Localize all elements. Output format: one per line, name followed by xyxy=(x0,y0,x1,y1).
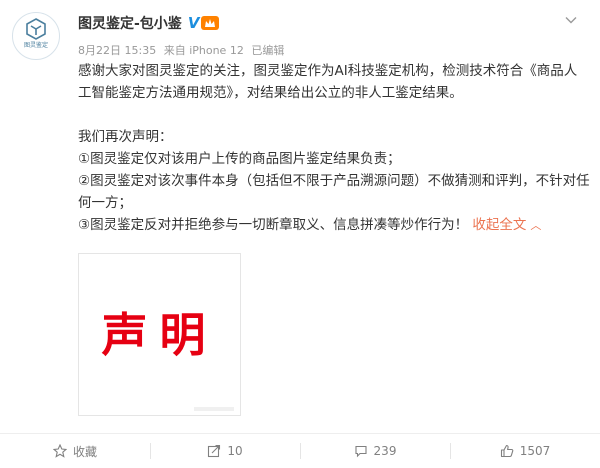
post-paragraph: 感谢大家对图灵鉴定的关注，图灵鉴定作为AI科技鉴定机构，检测技术符合《商品人工智… xyxy=(78,63,578,101)
favorite-button[interactable]: 收藏 xyxy=(0,434,150,468)
post-source: 来自 iPhone 12 xyxy=(163,44,244,57)
post-date[interactable]: 8月22日 15:35 xyxy=(78,44,156,57)
author-row: 图灵鉴定-包小鉴 V xyxy=(78,13,220,33)
verified-v-icon: V xyxy=(187,14,200,32)
comment-button[interactable]: 239 xyxy=(300,434,450,468)
comment-count: 239 xyxy=(373,444,397,458)
image-watermark xyxy=(194,407,234,411)
post-image[interactable]: 声明 xyxy=(78,253,241,416)
like-button[interactable]: 1507 xyxy=(450,434,600,468)
post-paragraph: ①图灵鉴定仅对该用户上传的商品图片鉴定结果负责； xyxy=(78,151,401,167)
comment-icon xyxy=(354,445,367,458)
turing-logo-icon xyxy=(26,18,46,40)
repost-button[interactable]: 10 xyxy=(150,434,300,468)
statement-image-text: 声明 xyxy=(101,308,218,362)
post-content: 感谢大家对图灵鉴定的关注，图灵鉴定作为AI科技鉴定机构，检测技术符合《商品人工智… xyxy=(78,60,590,237)
post-paragraph: ③图灵鉴定反对并拒绝参与一切断章取义、信息拼凑等炒作行为！ xyxy=(78,217,469,233)
post-meta: 8月22日 15:35 来自 iPhone 12 已编辑 xyxy=(78,42,288,58)
avatar-label: 图灵鉴定 xyxy=(23,42,48,49)
chevron-up-icon[interactable]: ︿ xyxy=(530,219,541,232)
repost-icon xyxy=(208,444,221,458)
post-paragraph: ②图灵鉴定对该次事件本身（包括但不限于产品溯源问题）不做猜测和评判，不针对任何一… xyxy=(78,173,590,211)
collapse-link[interactable]: 收起全文 xyxy=(472,217,526,233)
avatar[interactable]: 图灵鉴定 xyxy=(12,12,60,60)
chevron-down-icon[interactable] xyxy=(564,12,578,26)
crown-icon xyxy=(205,19,216,27)
action-bar: 收藏 10 239 1507 xyxy=(0,433,600,468)
edited-label[interactable]: 已编辑 xyxy=(251,44,284,57)
post-paragraph-last: ③图灵鉴定反对并拒绝参与一切断章取义、信息拼凑等炒作行为！ 收起全文 ︿ xyxy=(78,214,590,237)
like-count: 1507 xyxy=(519,444,551,458)
author-name[interactable]: 图灵鉴定-包小鉴 xyxy=(78,13,182,33)
vip-badge-icon[interactable] xyxy=(201,16,220,30)
repost-count: 10 xyxy=(227,444,243,458)
thumbs-up-icon xyxy=(500,444,514,458)
favorite-label: 收藏 xyxy=(72,444,97,459)
post-paragraph: 我们再次声明： xyxy=(78,129,173,145)
star-icon xyxy=(52,444,67,458)
